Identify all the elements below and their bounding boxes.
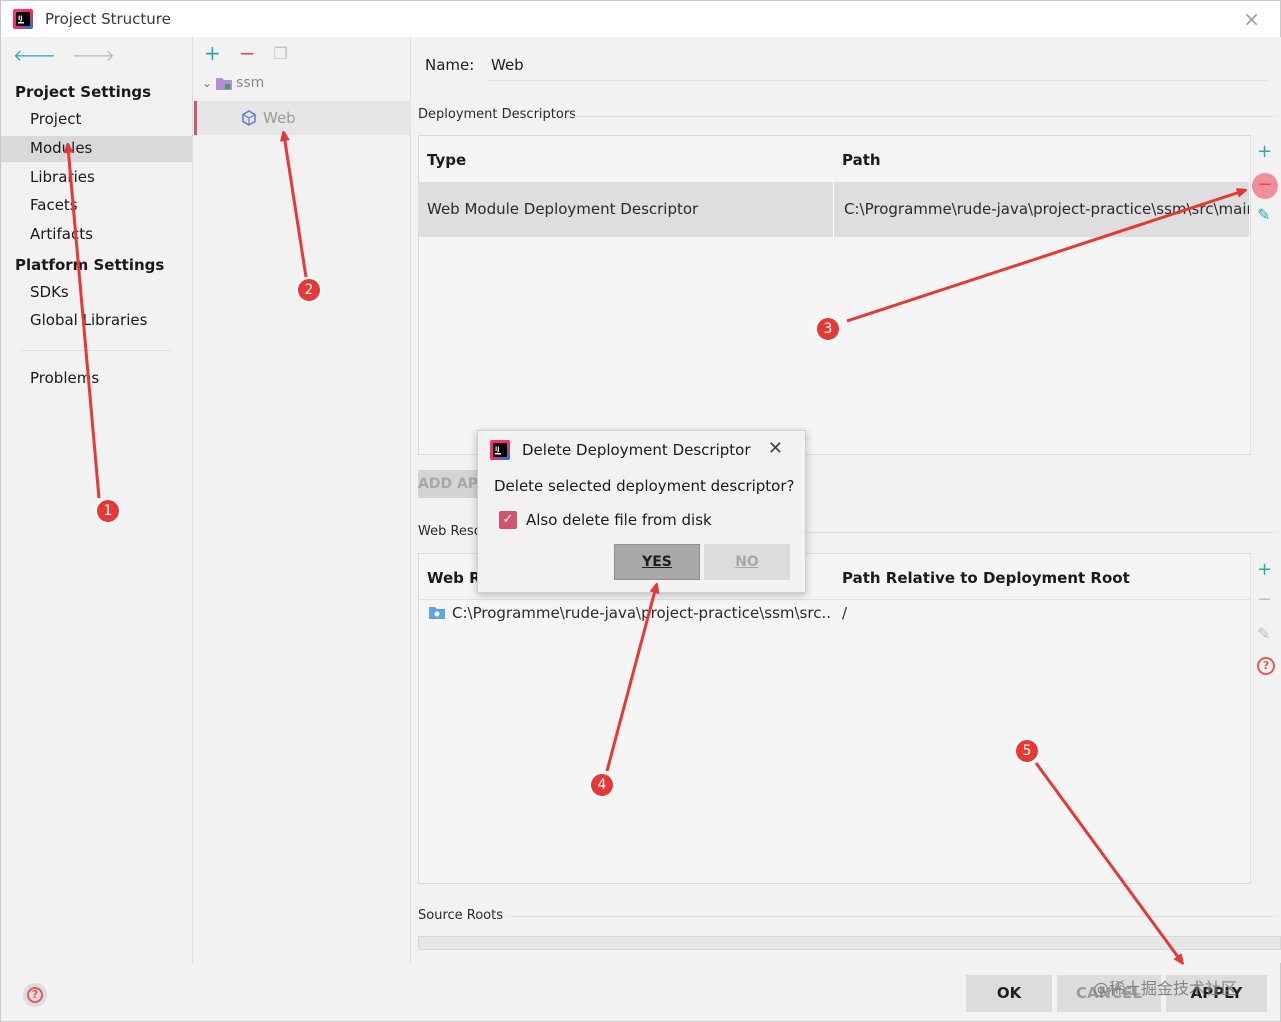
dialog-message: Delete selected deployment descriptor? <box>494 477 795 495</box>
no-button[interactable]: NO <box>704 544 790 580</box>
dialog-title: Delete Deployment Descriptor <box>522 441 751 459</box>
copy-icon[interactable]: ❐ <box>274 44 288 65</box>
intellij-icon: IJ <box>490 440 510 460</box>
remove-minus-icon[interactable]: − <box>239 41 256 65</box>
svg-text:IJ: IJ <box>18 15 22 22</box>
descriptor-toolbar: + − ✎ <box>1250 135 1280 455</box>
horizontal-scrollbar[interactable] <box>418 936 1281 950</box>
add-descriptor-plus-icon[interactable]: + <box>1257 141 1272 162</box>
watermark: @稀土掘金技术社区 <box>1093 979 1238 998</box>
sidebar-item-artifacts[interactable]: Artifacts <box>1 222 192 248</box>
tree-node-ssm[interactable]: ⌄ ssm <box>202 75 264 91</box>
web-resources-toolbar: + − ✎ ? <box>1250 553 1280 884</box>
intellij-icon: IJ <box>13 9 33 29</box>
module-folder-icon <box>216 78 233 90</box>
sidebar-item-modules[interactable]: Modules <box>1 136 192 162</box>
name-label: Name: <box>425 56 475 74</box>
relative-path-cell: / <box>842 604 848 622</box>
help-icon: ? <box>27 987 43 1003</box>
title-bar: IJ Project Structure × <box>1 1 1280 37</box>
window-title: Project Structure <box>45 10 171 28</box>
annotation-badge-3: 3 <box>815 316 841 342</box>
chevron-down-icon[interactable]: ⌄ <box>202 76 212 90</box>
tree-node-web-label: Web <box>263 109 296 127</box>
delete-from-disk-label[interactable]: Also delete file from disk <box>526 511 712 529</box>
project-settings-heading: Project Settings <box>15 83 152 101</box>
web-facet-icon <box>242 110 256 126</box>
dialog-close-button[interactable]: ✕ <box>768 438 783 459</box>
descriptor-type-cell: Web Module Deployment Descriptor <box>427 200 699 218</box>
delete-descriptor-dialog: IJ Delete Deployment Descriptor ✕ Delete… <box>477 430 806 593</box>
delete-from-disk-checkbox[interactable]: ✓ <box>499 511 517 529</box>
annotation-badge-2: 2 <box>296 277 322 303</box>
edit-descriptor-pencil-icon[interactable]: ✎ <box>1257 205 1270 224</box>
descriptor-path-cell: C:\Programme\rude-java\project-practice\… <box>844 200 1249 218</box>
sidebar-item-project[interactable]: Project <box>1 107 192 133</box>
window-close-button[interactable]: × <box>1243 7 1260 31</box>
group-divider <box>574 116 1274 117</box>
deployment-descriptors-table: Type Path Web Module Deployment Descript… <box>418 135 1251 455</box>
module-tree-panel: + − ❐ ⌄ ssm Web <box>194 37 411 963</box>
web-resources-title: Web Reso <box>418 524 482 539</box>
edit-web-resource-pencil-icon[interactable]: ✎ <box>1257 624 1270 643</box>
project-structure-window: IJ Project Structure × 🡐 🡒 Project Setti… <box>0 0 1281 1022</box>
help-icon[interactable]: ? <box>1257 657 1275 675</box>
remove-descriptor-minus-icon[interactable]: − <box>1252 173 1278 199</box>
sidebar-item-facets[interactable]: Facets <box>1 193 192 219</box>
column-header-path[interactable]: Path <box>842 151 881 169</box>
web-resource-dir-cell: C:\Programme\rude-java\project-practice\… <box>452 604 832 622</box>
column-header-relative-path[interactable]: Path Relative to Deployment Root <box>842 569 1130 587</box>
forward-arrow-icon[interactable]: 🡒 <box>72 45 115 65</box>
sidebar-divider <box>21 350 171 351</box>
add-plus-icon[interactable]: + <box>204 41 221 65</box>
ok-button[interactable]: OK <box>966 975 1052 1012</box>
sidebar-item-global-libraries[interactable]: Global Libraries <box>1 308 192 334</box>
add-application-server-button[interactable]: ADD AP <box>418 470 482 498</box>
column-header-type[interactable]: Type <box>427 151 466 169</box>
source-roots-title: Source Roots <box>418 908 504 923</box>
name-field[interactable]: Web <box>491 56 524 74</box>
name-field-underline <box>487 80 1267 81</box>
table-row[interactable]: C:\Programme\rude-java\project-practice\… <box>419 600 1250 626</box>
sidebar-item-sdks[interactable]: SDKs <box>1 280 192 306</box>
tree-node-ssm-label: ssm <box>236 75 265 91</box>
yes-button[interactable]: YES <box>614 544 700 580</box>
column-divider <box>833 182 834 237</box>
annotation-badge-4: 4 <box>589 772 615 798</box>
table-row[interactable]: Web Module Deployment Descriptor C:\Prog… <box>419 182 1249 237</box>
deployment-descriptors-title: Deployment Descriptors <box>418 107 576 122</box>
group-divider <box>510 916 1274 917</box>
annotation-badge-5: 5 <box>1014 738 1040 764</box>
add-web-resource-plus-icon[interactable]: + <box>1257 559 1272 580</box>
help-button[interactable]: ? <box>23 983 47 1007</box>
column-header-web-resource-dir[interactable]: Web R <box>427 569 481 587</box>
sidebar-item-problems[interactable]: Problems <box>1 366 192 392</box>
sidebar-item-libraries[interactable]: Libraries <box>1 165 192 191</box>
svg-text:IJ: IJ <box>495 446 499 453</box>
web-folder-icon <box>429 607 445 619</box>
remove-web-resource-minus-icon[interactable]: − <box>1257 589 1272 610</box>
annotation-badge-1: 1 <box>95 498 121 524</box>
settings-sidebar: 🡐 🡒 Project Settings Project Modules Lib… <box>1 37 193 963</box>
tree-node-web[interactable]: Web <box>194 101 411 135</box>
web-resource-directories-table: Web R Path Relative to Deployment Root C… <box>418 553 1251 884</box>
back-arrow-icon[interactable]: 🡐 <box>13 45 56 65</box>
platform-settings-heading: Platform Settings <box>15 256 165 274</box>
